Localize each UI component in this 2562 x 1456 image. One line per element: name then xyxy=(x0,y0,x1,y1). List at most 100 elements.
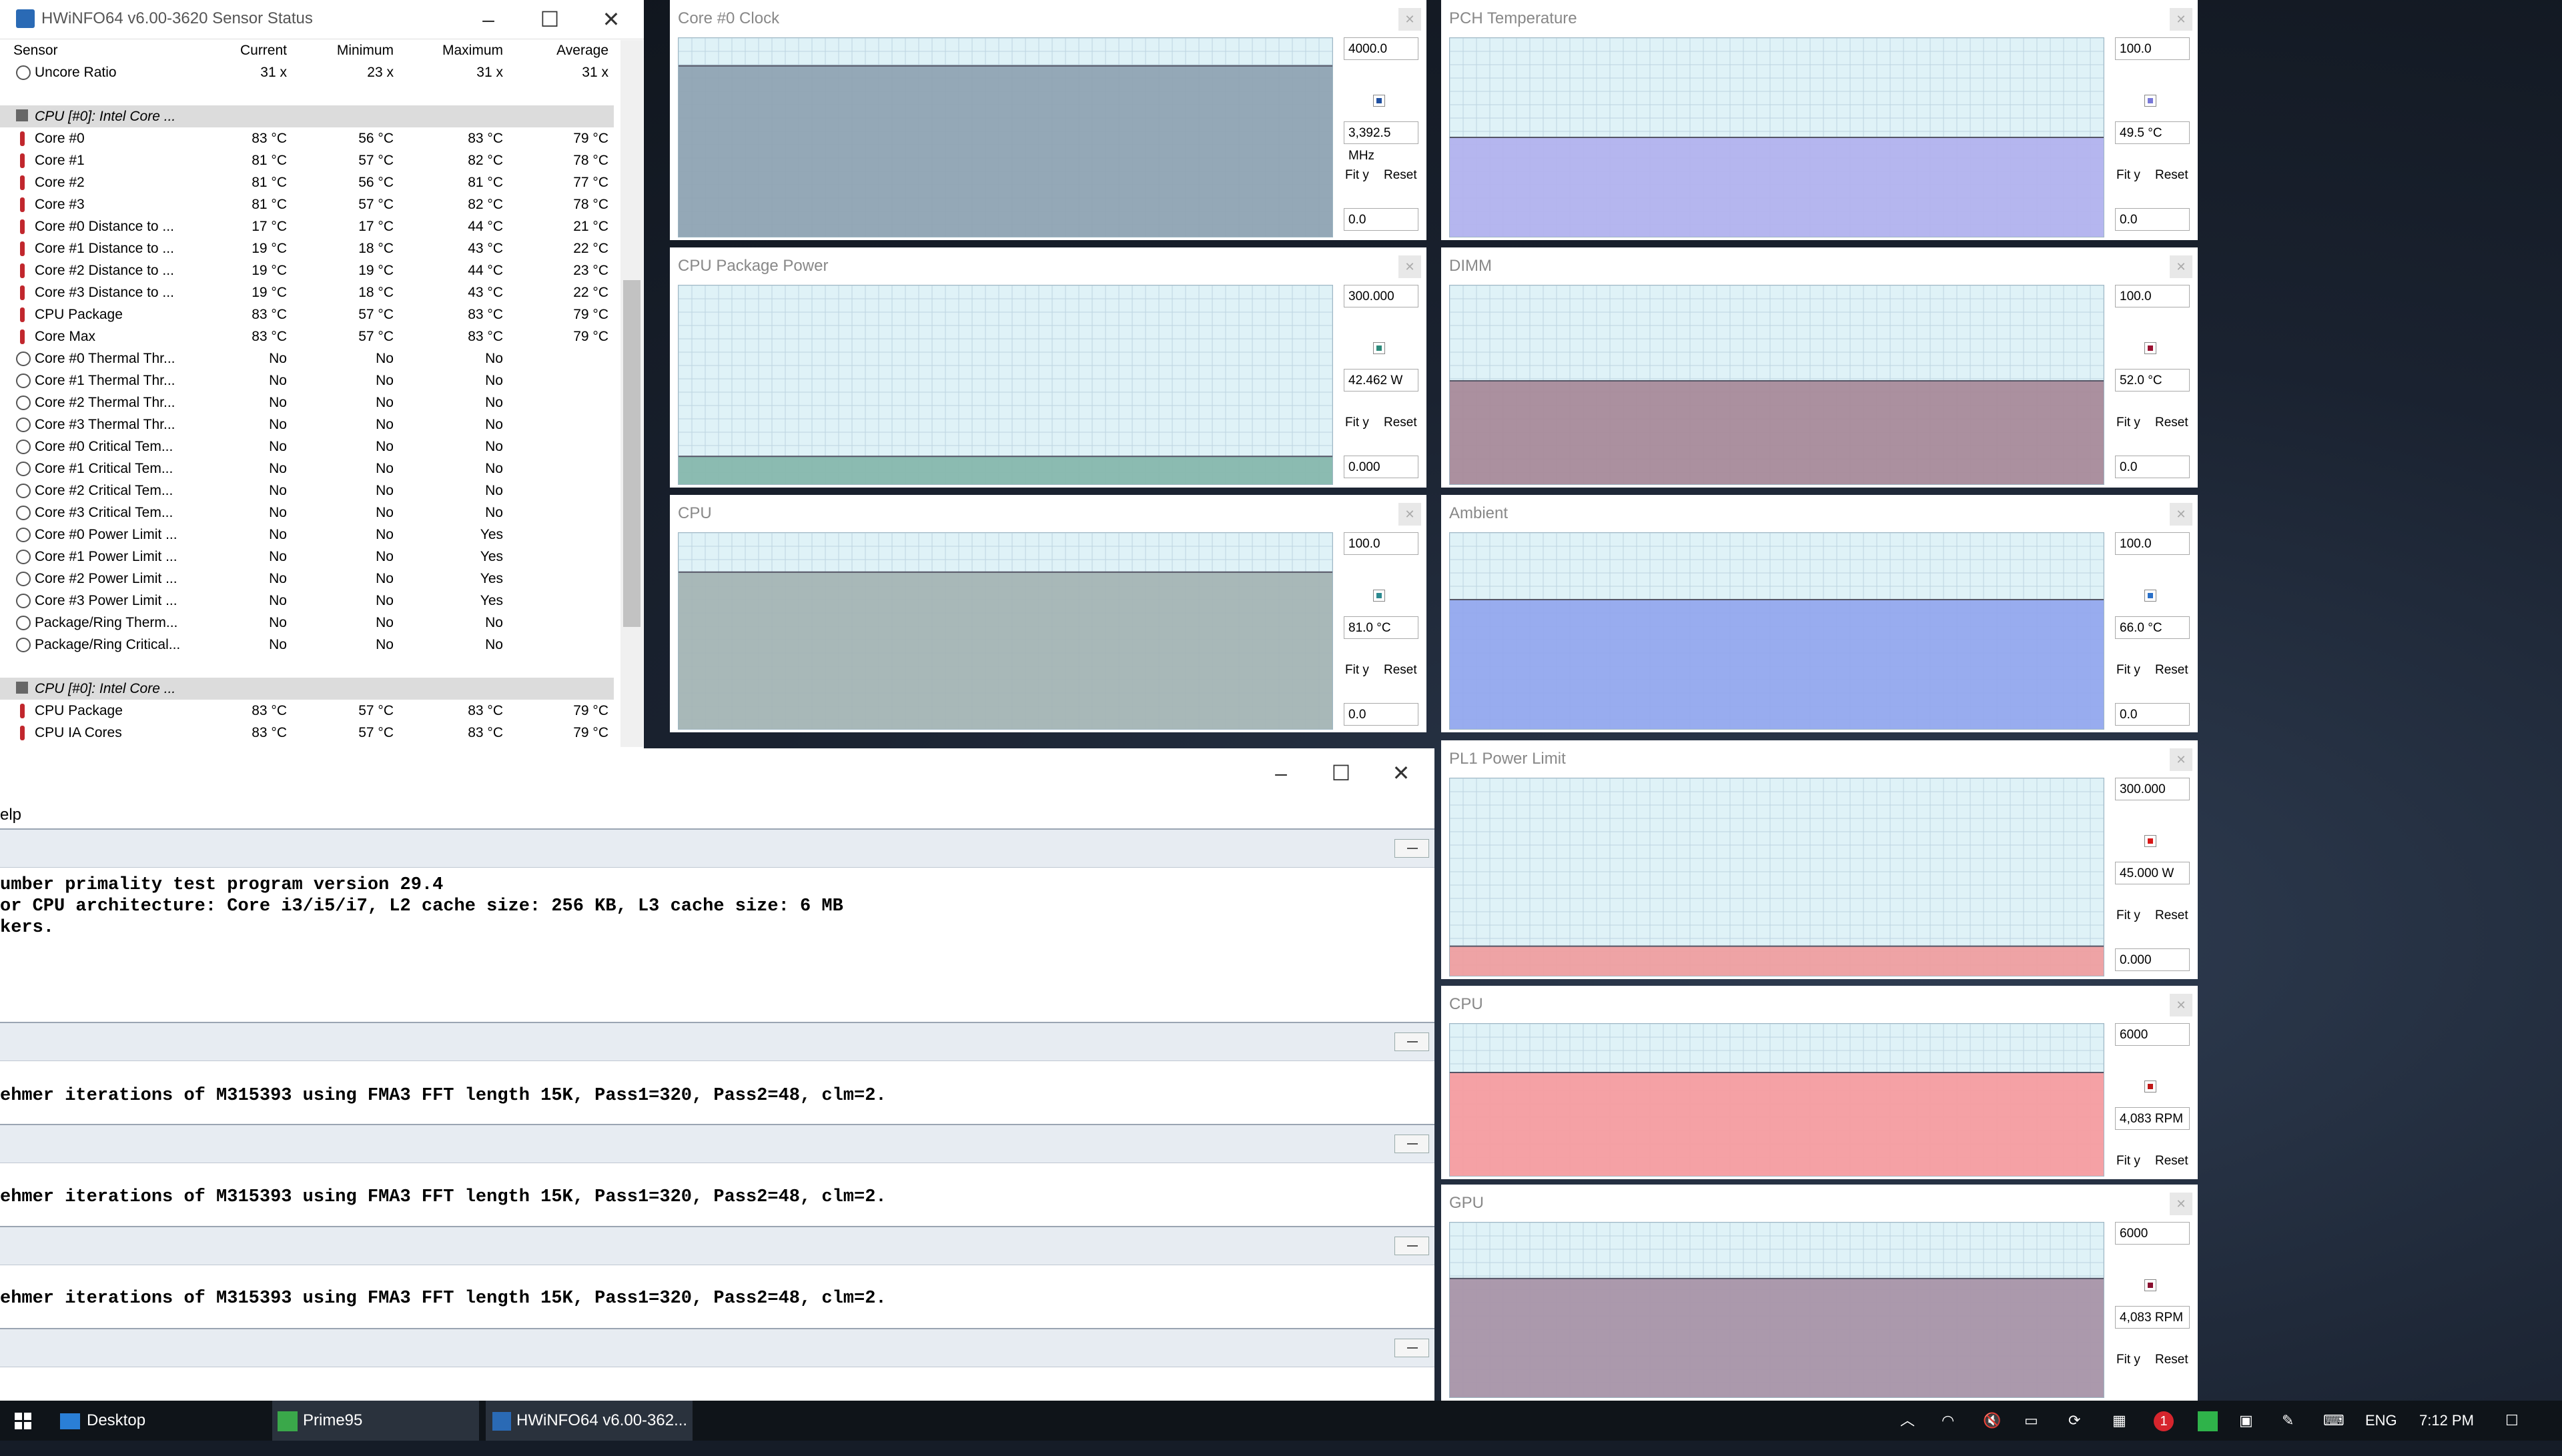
wifi-icon[interactable]: ◠ xyxy=(1942,1401,1954,1441)
sensor-row[interactable]: Core #3 Power Limit ... No No Yes xyxy=(0,590,614,612)
maximize-button[interactable]: ☐ xyxy=(523,4,576,35)
graph-min-field[interactable]: 0.000 xyxy=(1344,456,1418,478)
graph-window-g3[interactable]: CPU ✕ 100.0 81.0 °C Fit y Reset 0.0 xyxy=(670,495,1426,732)
graph-plot[interactable] xyxy=(1449,285,2104,485)
graph-window-g5[interactable]: DIMM ✕ 100.0 52.0 °C Fit y Reset 0.0 xyxy=(1441,247,2198,488)
hwinfo-titlebar[interactable]: HWiNFO64 v6.00-3620 Sensor Status – ☐ ✕ xyxy=(0,0,644,39)
graph-max-field[interactable]: 300.000 xyxy=(1344,285,1418,307)
graph-max-field[interactable]: 6000 xyxy=(2115,1023,2190,1046)
sensor-row[interactable]: Core #3 Distance to ... 19 °C 18 °C 43 °C 22… xyxy=(0,281,614,303)
graph-max-field[interactable]: 100.0 xyxy=(2115,532,2190,555)
graph-max-field[interactable]: 300.000 xyxy=(2115,778,2190,800)
sensor-row[interactable]: Core #2 Power Limit ... No No Yes xyxy=(0,568,614,590)
col-average[interactable]: Average xyxy=(556,43,608,59)
graph-plot[interactable] xyxy=(1449,1023,2104,1177)
graph-color-swatch[interactable] xyxy=(1373,342,1385,354)
graph-min-field[interactable]: 0.0 xyxy=(2115,208,2190,231)
taskbar-desktop[interactable]: Desktop xyxy=(60,1401,260,1441)
keyboard-icon[interactable]: ⌨ xyxy=(2323,1401,2344,1441)
worker1-pane-titlebar[interactable] xyxy=(0,1022,1434,1061)
fit-y-button[interactable]: Fit y xyxy=(1345,663,1369,678)
sensor-row[interactable]: Core #2 Distance to ... 19 °C 19 °C 44 °C 23… xyxy=(0,259,614,281)
col-maximum[interactable]: Maximum xyxy=(442,43,503,59)
graph-min-field[interactable]: 0.0 xyxy=(2115,456,2190,478)
col-current[interactable]: Current xyxy=(240,43,287,59)
sensor-row[interactable]: Uncore Ratio 31 x 23 x 31 x 31 x xyxy=(0,61,614,83)
graph-window-g6[interactable]: Ambient ✕ 100.0 66.0 °C Fit y Reset 0.0 xyxy=(1441,495,2198,732)
worker3-pane-titlebar[interactable] xyxy=(0,1226,1434,1265)
pane-minimize-button[interactable] xyxy=(1394,1237,1429,1255)
graph-plot[interactable] xyxy=(1449,778,2104,976)
graph-plot[interactable] xyxy=(678,37,1333,237)
graph-window-g8[interactable]: CPU ✕ 6000 4,083 RPM Fit y Reset xyxy=(1441,986,2198,1179)
reset-button[interactable]: Reset xyxy=(1384,416,1417,430)
prime95-menubar[interactable]: elp xyxy=(0,802,1434,828)
graph-window-g4[interactable]: PCH Temperature ✕ 100.0 49.5 °C Fit y Re… xyxy=(1441,0,2198,240)
reset-button[interactable]: Reset xyxy=(2155,1353,2188,1367)
graph-plot[interactable] xyxy=(678,285,1333,485)
sensor-row[interactable]: Core #0 Critical Tem... No No No xyxy=(0,436,614,458)
graph-plot[interactable] xyxy=(1449,37,2104,237)
graph-color-swatch[interactable] xyxy=(2144,590,2156,602)
pane-minimize-button[interactable] xyxy=(1394,839,1429,858)
taskbar-hwinfo[interactable]: HWiNFO64 v6.00-362... xyxy=(486,1401,693,1441)
graph-max-field[interactable]: 100.0 xyxy=(2115,285,2190,307)
reset-button[interactable]: Reset xyxy=(2155,908,2188,923)
fit-y-button[interactable]: Fit y xyxy=(2116,908,2140,923)
graph-color-swatch[interactable] xyxy=(2144,95,2156,107)
graph-close-icon[interactable]: ✕ xyxy=(2170,1193,2192,1215)
graph-close-icon[interactable]: ✕ xyxy=(1398,503,1421,526)
sensor-group-header[interactable]: CPU [#0]: Intel Core ... xyxy=(0,678,614,700)
graph-color-swatch[interactable] xyxy=(2144,1080,2156,1093)
sensor-row[interactable]: Core #0 Distance to ... 17 °C 17 °C 44 °C 21… xyxy=(0,215,614,237)
graph-color-swatch[interactable] xyxy=(1373,590,1385,602)
graph-min-field[interactable]: 0.0 xyxy=(2115,703,2190,726)
language-indicator[interactable]: ENG xyxy=(2365,1401,2397,1441)
graph-max-field[interactable]: 100.0 xyxy=(2115,37,2190,60)
graph-close-icon[interactable]: ✕ xyxy=(2170,748,2192,771)
reset-button[interactable]: Reset xyxy=(2155,1154,2188,1169)
prime95-maximize-button[interactable]: ☐ xyxy=(1314,758,1368,788)
graph-plot[interactable] xyxy=(1449,532,2104,730)
graph-max-field[interactable]: 100.0 xyxy=(1344,532,1418,555)
col-sensor[interactable]: Sensor xyxy=(13,43,58,59)
sensor-row[interactable]: CPU IA Cores 83 °C 57 °C 83 °C 79 °C xyxy=(0,722,614,744)
hwinfo-sensor-window[interactable]: HWiNFO64 v6.00-3620 Sensor Status – ☐ ✕ … xyxy=(0,0,644,748)
reset-button[interactable]: Reset xyxy=(2155,416,2188,430)
scrollbar-thumb[interactable] xyxy=(623,280,640,627)
sensor-row[interactable]: Core #3 81 °C 57 °C 82 °C 78 °C xyxy=(0,193,614,215)
prime95-minimize-button[interactable]: – xyxy=(1254,758,1308,788)
sensor-row[interactable]: Core #0 Power Limit ... No No Yes xyxy=(0,524,614,546)
sync-icon[interactable]: ⟳ xyxy=(2068,1401,2080,1441)
fit-y-button[interactable]: Fit y xyxy=(2116,1353,2140,1367)
notification-badge-icon[interactable]: 1 xyxy=(2154,1401,2174,1441)
graph-window-g1[interactable]: Core #0 Clock ✕ 4000.0 3,392.5 MHz Fit y… xyxy=(670,0,1426,240)
sensor-row[interactable]: Core #0 83 °C 56 °C 83 °C 79 °C xyxy=(0,127,614,149)
sensor-row[interactable]: Core #1 81 °C 57 °C 82 °C 78 °C xyxy=(0,149,614,171)
pane-minimize-button[interactable] xyxy=(1394,1032,1429,1051)
reset-button[interactable]: Reset xyxy=(1384,663,1417,678)
fit-y-button[interactable]: Fit y xyxy=(2116,1154,2140,1169)
fit-y-button[interactable]: Fit y xyxy=(2116,416,2140,430)
reset-button[interactable]: Reset xyxy=(2155,663,2188,678)
graph-close-icon[interactable]: ✕ xyxy=(1398,255,1421,278)
fit-y-button[interactable]: Fit y xyxy=(2116,663,2140,678)
worker4-pane-titlebar[interactable] xyxy=(0,1328,1434,1367)
prime95-titlebar[interactable]: – ☐ ✕ xyxy=(0,748,1434,802)
sensor-row[interactable]: CPU Package 83 °C 57 °C 83 °C 79 °C xyxy=(0,700,614,722)
sensor-row[interactable]: Core #2 81 °C 56 °C 81 °C 77 °C xyxy=(0,171,614,193)
graph-color-swatch[interactable] xyxy=(2144,835,2156,847)
graph-close-icon[interactable]: ✕ xyxy=(1398,8,1421,31)
fit-y-button[interactable]: Fit y xyxy=(2116,168,2140,183)
pane-minimize-button[interactable] xyxy=(1394,1135,1429,1153)
reset-button[interactable]: Reset xyxy=(2155,168,2188,183)
graph-color-swatch[interactable] xyxy=(2144,342,2156,354)
graph-close-icon[interactable]: ✕ xyxy=(2170,503,2192,526)
sensor-scrollbar[interactable] xyxy=(620,40,643,747)
graph-min-field[interactable]: 0.0 xyxy=(1344,703,1418,726)
graph-color-swatch[interactable] xyxy=(1373,95,1385,107)
sensor-row[interactable]: Core #1 Distance to ... 19 °C 18 °C 43 °C 22… xyxy=(0,237,614,259)
graph-min-field[interactable]: 0.000 xyxy=(2115,948,2190,971)
minimize-button[interactable]: – xyxy=(462,4,515,35)
reset-button[interactable]: Reset xyxy=(1384,168,1417,183)
